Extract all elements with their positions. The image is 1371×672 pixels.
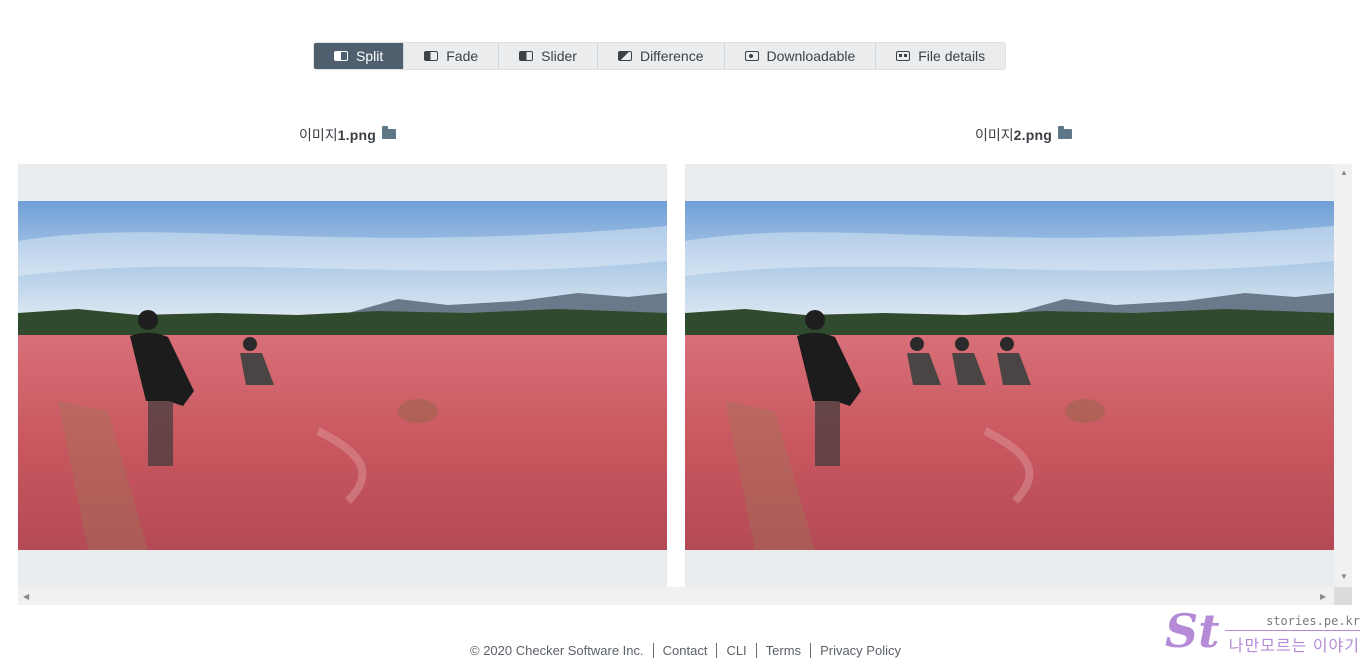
- horizontal-scrollbar[interactable]: ◀ ▶: [18, 587, 1352, 605]
- scroll-right-icon[interactable]: ▶: [1320, 592, 1326, 601]
- tab-split-label: Split: [356, 48, 384, 64]
- image-panel-right: [685, 164, 1334, 587]
- landscape-photo: [18, 201, 667, 550]
- view-mode-toolbar: Split Fade Slider Difference Downloadabl…: [313, 42, 1007, 70]
- tab-split[interactable]: Split: [314, 43, 405, 69]
- vertical-scrollbar[interactable]: ▲ ▼: [1334, 164, 1352, 587]
- watermark-tagline: 나만모르는 이야기: [1228, 638, 1360, 655]
- scroll-down-icon[interactable]: ▼: [1340, 572, 1348, 581]
- fade-icon: [424, 51, 439, 61]
- watermark-domain: stories.pe.kr: [1266, 614, 1360, 628]
- footer-link-cli[interactable]: CLI: [716, 643, 755, 658]
- tab-slider-label: Slider: [541, 48, 577, 64]
- image-2-photo: [685, 201, 1334, 550]
- file-details-icon: [896, 51, 911, 61]
- download-icon: [744, 51, 759, 61]
- footer-link-privacy[interactable]: Privacy Policy: [810, 643, 910, 658]
- watermark-divider: [1225, 630, 1360, 631]
- footer-copyright: © 2020 Checker Software Inc.: [470, 643, 644, 658]
- image-2-filename: 2.png: [1013, 127, 1052, 143]
- scroll-left-icon[interactable]: ◀: [23, 592, 29, 601]
- footer-link-contact[interactable]: Contact: [652, 643, 717, 658]
- tab-fade-label: Fade: [446, 48, 479, 64]
- image-panel-left: [18, 164, 667, 587]
- folder-icon[interactable]: [381, 126, 396, 139]
- image-1-title: 이미지 1.png: [299, 125, 396, 145]
- image-2-prefix: 이미지: [975, 127, 1014, 143]
- scroll-up-icon[interactable]: ▲: [1340, 168, 1348, 177]
- tab-file-details[interactable]: File details: [876, 43, 1005, 69]
- difference-icon: [617, 51, 632, 61]
- watermark-logo: St: [1165, 604, 1220, 658]
- folder-icon[interactable]: [1057, 126, 1072, 139]
- image-1-photo: [18, 201, 667, 550]
- tab-downloadable[interactable]: Downloadable: [725, 43, 877, 69]
- footer-link-terms[interactable]: Terms: [755, 643, 810, 658]
- tab-file-details-label: File details: [918, 48, 986, 64]
- scrollbar-corner: [1334, 587, 1352, 605]
- image-2-title: 이미지 2.png: [975, 125, 1072, 145]
- tab-slider[interactable]: Slider: [499, 43, 598, 69]
- image-1-prefix: 이미지: [299, 127, 338, 143]
- split-icon: [334, 51, 348, 61]
- landscape-photo: [685, 201, 1334, 550]
- slider-icon: [519, 51, 534, 61]
- image-1-filename: 1.png: [337, 127, 376, 143]
- tab-downloadable-label: Downloadable: [766, 48, 856, 64]
- watermark: St stories.pe.kr 나만모르는 이야기: [1165, 604, 1365, 658]
- tab-difference[interactable]: Difference: [598, 43, 725, 69]
- tab-difference-label: Difference: [639, 48, 704, 64]
- tab-fade[interactable]: Fade: [404, 43, 500, 69]
